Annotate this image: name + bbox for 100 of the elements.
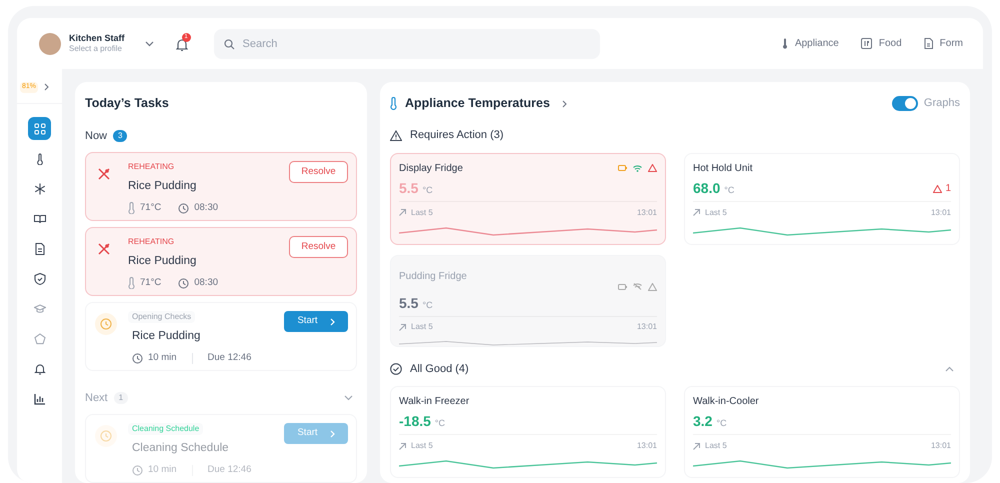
resolve-button[interactable]: Resolve [289, 161, 348, 183]
task-tag: REHEATING [128, 236, 174, 248]
trend-arrow-icon [693, 209, 700, 216]
battery-icon [618, 165, 627, 171]
warning-icon [648, 164, 657, 172]
clock-icon [95, 425, 117, 447]
temperature-value: 5.5 [399, 178, 418, 198]
clock-icon [178, 278, 190, 289]
chevron-right-icon [330, 318, 335, 326]
time-text: 13:01 [636, 206, 657, 218]
utensils-crossed-icon [98, 168, 110, 180]
trend-label: Last 5 [705, 440, 727, 452]
temperature-reading: 71°C [140, 276, 162, 290]
unit-label: °C [422, 298, 433, 312]
unit-label: °C [422, 184, 433, 196]
task-tag: REHEATING [128, 161, 174, 173]
chevron-down-icon [144, 40, 154, 47]
graduation-cap-icon [34, 302, 46, 315]
search-icon [224, 38, 235, 50]
task-tag: Cleaning Schedule [128, 423, 204, 435]
wifi-off-icon [633, 283, 642, 290]
panel-title: Today’s Tasks [85, 95, 169, 112]
trend-label: Last 5 [705, 206, 727, 218]
search-field[interactable]: Search [214, 28, 600, 59]
warning-icon [648, 282, 657, 290]
time-text: 13:01 [930, 206, 951, 218]
profile-hint: Select a profile [69, 44, 123, 54]
task-name: Rice Pudding [128, 179, 196, 194]
trend-arrow-icon [399, 442, 406, 450]
warning-icon [390, 130, 402, 141]
document-icon [924, 38, 933, 50]
resolve-button[interactable]: Resolve [289, 236, 348, 258]
clock-icon [95, 313, 117, 335]
header-link[interactable]: Appliance [782, 36, 839, 52]
due-text: Due 12:46 [208, 351, 252, 366]
due-text: Due 12:46 [208, 463, 252, 478]
chevron-up-icon[interactable] [945, 366, 954, 372]
snowflake-icon [34, 182, 46, 195]
shield-check-icon [34, 272, 46, 285]
temperature-value: 5.5 [399, 294, 418, 312]
start-button[interactable]: Start [284, 311, 348, 332]
section-label: Now [85, 128, 108, 144]
battery-icon [618, 284, 627, 290]
clock-icon [178, 202, 190, 214]
chevron-right-icon[interactable] [44, 83, 50, 92]
task-tag: Opening Checks [128, 311, 196, 323]
check-circle-icon [390, 362, 402, 375]
time-text: 08:30 [194, 276, 218, 290]
trend-label: Last 5 [411, 440, 433, 452]
utensils-icon [860, 38, 872, 50]
header-link[interactable]: Food [860, 36, 902, 52]
thermometer-icon [782, 38, 788, 50]
task-name: Rice Pudding [132, 329, 200, 344]
bar-chart-icon [34, 392, 46, 405]
time-text: 13:01 [636, 321, 657, 333]
unit-label: °C [716, 417, 727, 430]
book-icon [34, 212, 46, 225]
count-badge: 1 [114, 392, 128, 404]
task-name: Rice Pudding [128, 254, 196, 269]
section-label: Next [85, 390, 108, 406]
thermometer-icon [128, 277, 135, 290]
unit-label: °C [434, 417, 446, 430]
duration-text: 10 min [148, 351, 177, 366]
avatar [39, 32, 61, 55]
temperature-reading: 71°C [140, 201, 162, 216]
trend-arrow-icon [399, 324, 406, 330]
time-text: 08:30 [194, 201, 218, 216]
warning-icon [933, 184, 942, 192]
graphs-toggle[interactable] [892, 96, 918, 112]
header-link[interactable]: Form [924, 36, 963, 52]
unit-label: °C [724, 184, 734, 196]
thermometer-icon [128, 202, 135, 214]
grid-icon [34, 122, 46, 135]
temperature-value: 68.0 [693, 178, 720, 198]
appliance-name: Pudding Fridge [399, 270, 467, 284]
alert-count: 1 [933, 181, 951, 196]
time-text: 13:01 [636, 440, 657, 452]
chevron-right-icon[interactable] [562, 100, 567, 108]
document-icon [34, 242, 46, 255]
group-label: Requires Action (3) [410, 128, 504, 143]
appliance-name: Walk-in Freezer [399, 395, 470, 409]
temperature-value: -18.5 [399, 412, 431, 431]
duration-text: 10 min [148, 463, 177, 478]
profile-selector[interactable]: Kitchen Staff Select a profile [37, 26, 156, 61]
time-text: 13:01 [930, 440, 951, 452]
chevron-right-icon [330, 430, 335, 438]
appliance-name: Display Fridge [399, 162, 463, 176]
thermometer-icon [390, 97, 397, 110]
group-label: All Good (4) [410, 362, 469, 376]
clock-icon [132, 464, 143, 476]
count-badge: 3 [113, 130, 128, 142]
utensils-crossed-icon [98, 243, 110, 255]
trend-arrow-icon [399, 209, 406, 216]
chevron-down-icon[interactable] [344, 395, 353, 401]
trend-arrow-icon [693, 442, 700, 450]
temperature-value: 3.2 [693, 412, 712, 431]
task-name: Cleaning Schedule [132, 441, 229, 456]
appliance-name: Hot Hold Unit [693, 162, 752, 176]
toggle-label: Graphs [924, 96, 960, 112]
panel-title: Appliance Temperatures [405, 95, 550, 112]
